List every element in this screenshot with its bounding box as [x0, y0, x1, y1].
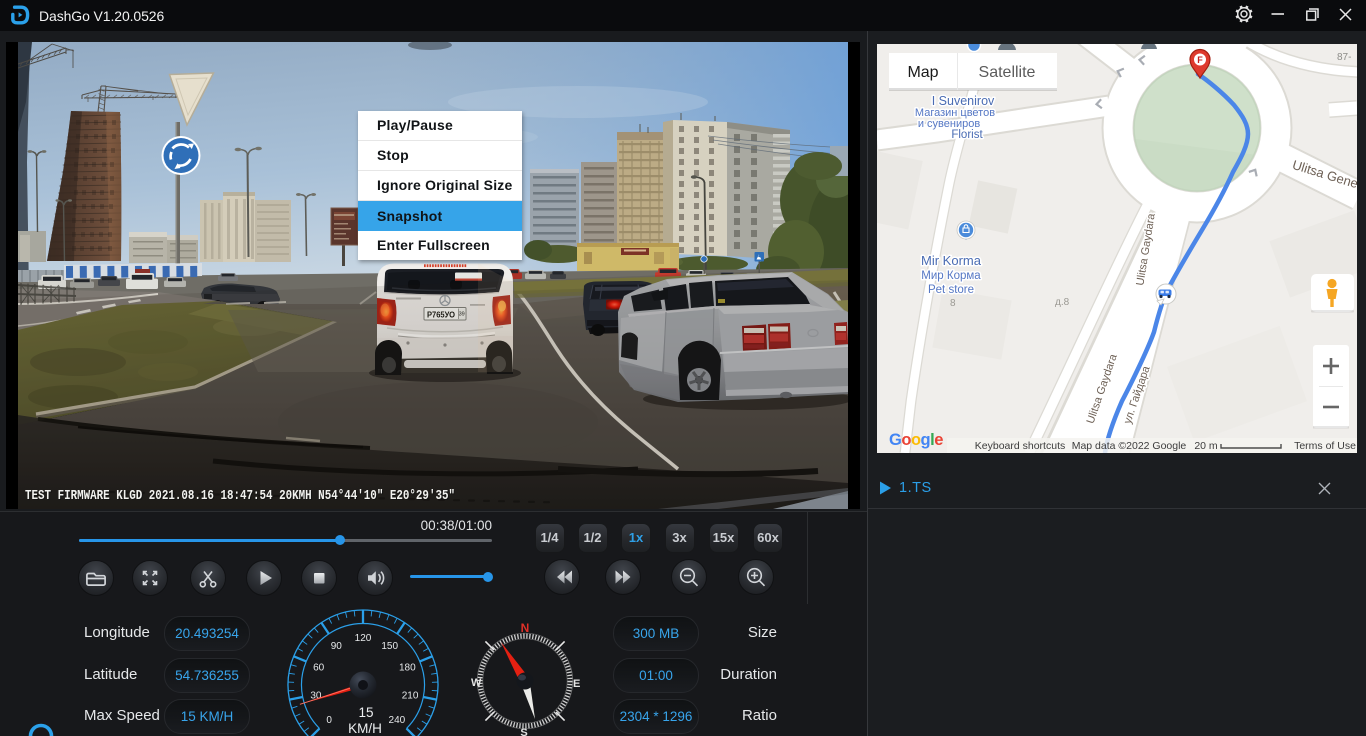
svg-text:N: N — [521, 621, 530, 635]
svg-text:90: 90 — [331, 641, 343, 652]
svg-text:Keyboard shortcuts: Keyboard shortcuts — [975, 440, 1065, 452]
svg-text:TEST FIRMWARE KLGD 2021.08.16: TEST FIRMWARE KLGD 2021.08.16 18:47:54 2… — [25, 489, 455, 504]
svg-text:д.8: д.8 — [1055, 297, 1070, 308]
svg-text:20 m: 20 m — [1194, 440, 1218, 452]
svg-text:Map: Map — [907, 64, 938, 81]
svg-text:87-: 87- — [1337, 52, 1351, 63]
svg-text:Pet store: Pet store — [928, 284, 974, 296]
svg-text:E: E — [573, 678, 580, 690]
svg-text:210: 210 — [402, 690, 419, 701]
svg-text:S: S — [520, 727, 527, 736]
svg-text:Мир Корма: Мир Корма — [921, 270, 981, 282]
svg-text:Terms of Use: Terms of Use — [1294, 440, 1356, 452]
svg-text:8: 8 — [950, 298, 956, 309]
svg-text:15: 15 — [358, 705, 373, 720]
svg-text:180: 180 — [399, 663, 416, 674]
svg-text:0: 0 — [326, 715, 332, 726]
svg-text:Google: Google — [889, 431, 943, 449]
svg-text:W: W — [471, 677, 482, 689]
svg-text:Florist: Florist — [951, 129, 983, 141]
svg-text:240: 240 — [389, 715, 406, 726]
svg-text:F: F — [1197, 55, 1203, 65]
svg-text:60: 60 — [313, 663, 325, 674]
svg-text:150: 150 — [381, 641, 398, 652]
svg-text:Satellite: Satellite — [979, 64, 1036, 81]
svg-text:Map data ©2022 Google: Map data ©2022 Google — [1072, 440, 1187, 452]
svg-text:120: 120 — [355, 633, 372, 644]
svg-text:Mir Korma: Mir Korma — [921, 253, 982, 268]
svg-text:I Suvenirov: I Suvenirov — [932, 94, 995, 108]
svg-text:KM/H: KM/H — [348, 721, 382, 736]
